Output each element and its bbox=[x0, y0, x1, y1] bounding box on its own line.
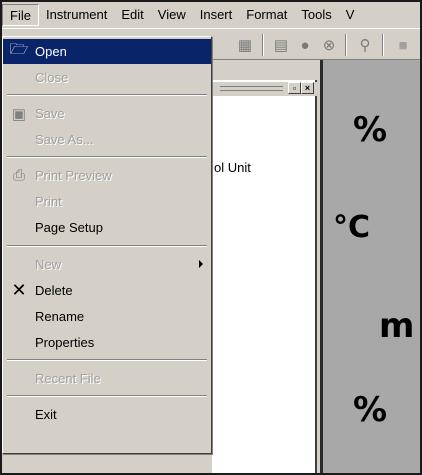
menu-bar: File Instrument Edit View Insert Format … bbox=[2, 2, 420, 28]
application-window: File Instrument Edit View Insert Format … bbox=[0, 0, 422, 475]
menu-v[interactable]: V bbox=[339, 4, 362, 26]
submenu-arrow-icon bbox=[199, 260, 203, 268]
menu-separator bbox=[7, 395, 207, 397]
menu-separator bbox=[7, 245, 207, 247]
toolbar-calculator-icon[interactable]: ▤ bbox=[270, 34, 292, 56]
toolbar-stop-icon[interactable]: ⊗ bbox=[318, 34, 340, 56]
menu-view[interactable]: View bbox=[151, 4, 193, 26]
toolbar-button-icon[interactable]: ■ bbox=[392, 34, 414, 56]
unit-celsius-label: °C bbox=[333, 210, 371, 245]
toolbar-separator bbox=[262, 34, 264, 56]
menu-item-save-as[interactable]: Save As... bbox=[3, 127, 211, 152]
title-bar-line bbox=[220, 86, 283, 87]
toolbar-separator bbox=[345, 34, 347, 56]
menu-insert[interactable]: Insert bbox=[193, 4, 240, 26]
unit-percent-label: % bbox=[353, 390, 388, 430]
title-bar-line bbox=[220, 90, 283, 91]
close-icon[interactable]: × bbox=[301, 82, 314, 94]
menu-item-print-preview[interactable]: ⎙ Print Preview bbox=[3, 163, 211, 188]
menu-separator bbox=[7, 359, 207, 361]
toolbar-print-icon[interactable]: ▦ bbox=[234, 34, 256, 56]
toolbar-binoculars-icon[interactable]: ⚲ bbox=[354, 34, 376, 56]
menu-item-page-setup[interactable]: Page Setup bbox=[3, 215, 211, 240]
menu-item-properties[interactable]: Properties bbox=[3, 330, 211, 355]
unit-meter-label: m bbox=[379, 306, 415, 346]
menu-item-save[interactable]: ▣ Save bbox=[3, 101, 211, 126]
menu-item-delete[interactable]: ✕ Delete bbox=[3, 278, 211, 303]
document-window[interactable] bbox=[212, 80, 317, 473]
menu-item-recent-file[interactable]: Recent File bbox=[3, 366, 211, 391]
delete-x-icon: ✕ bbox=[11, 280, 27, 300]
menu-tools[interactable]: Tools bbox=[294, 4, 338, 26]
menu-file[interactable]: File bbox=[2, 4, 39, 26]
menu-format[interactable]: Format bbox=[239, 4, 294, 26]
file-dropdown-menu: 🗁 Open Close ▣ Save Save As... ⎙ Print P… bbox=[2, 36, 212, 454]
menu-item-rename[interactable]: Rename bbox=[3, 304, 211, 329]
print-preview-icon: ⎙ bbox=[12, 167, 25, 184]
menu-separator bbox=[7, 156, 207, 158]
menu-separator bbox=[7, 94, 207, 96]
menu-item-print[interactable]: Print bbox=[3, 189, 211, 214]
menu-item-exit[interactable]: Exit bbox=[3, 402, 211, 427]
menu-item-open[interactable]: 🗁 Open bbox=[3, 39, 211, 64]
save-disk-icon: ▣ bbox=[11, 105, 27, 123]
menu-item-new[interactable]: New bbox=[3, 252, 211, 277]
menu-instrument[interactable]: Instrument bbox=[39, 4, 114, 26]
unit-percent-label: % bbox=[353, 110, 388, 150]
maximize-icon[interactable]: ▫ bbox=[288, 82, 301, 94]
toolbar-separator bbox=[382, 34, 384, 56]
document-text: ol Unit bbox=[214, 160, 251, 175]
open-folder-icon: 🗁 bbox=[9, 41, 29, 58]
menu-edit[interactable]: Edit bbox=[114, 4, 150, 26]
document-title-bar: ▫ × bbox=[212, 82, 317, 96]
display-panel: % °C m % bbox=[320, 60, 420, 473]
toolbar-record-icon[interactable]: ● bbox=[294, 34, 316, 56]
menu-item-close[interactable]: Close bbox=[3, 65, 211, 90]
